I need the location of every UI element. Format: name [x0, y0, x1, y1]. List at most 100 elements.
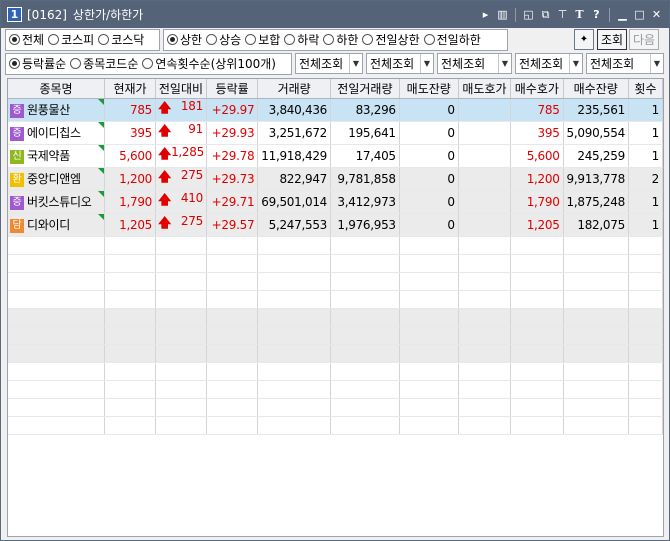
- radio-market-all[interactable]: 전체: [9, 31, 44, 48]
- radio-flat[interactable]: 보합: [245, 31, 280, 48]
- bid-qty-cell[interactable]: 1,875,248: [563, 190, 629, 214]
- rate-cell[interactable]: +29.93: [206, 121, 259, 145]
- volume-cell[interactable]: 5,247,553: [257, 213, 331, 237]
- chevron-down-icon[interactable]: ▼: [349, 54, 362, 73]
- col-header-count[interactable]: 횟수: [628, 79, 663, 99]
- ask-qty-cell[interactable]: 0: [399, 121, 459, 145]
- radio-indicator[interactable]: [9, 58, 20, 69]
- col-header-bid-price[interactable]: 매수호가: [510, 79, 564, 99]
- bid-price-cell[interactable]: 1,790: [510, 190, 564, 214]
- change-cell[interactable]: 🡅 181: [155, 98, 207, 122]
- chevron-down-icon[interactable]: ▼: [650, 54, 663, 73]
- bid-qty-cell[interactable]: 9,913,778: [563, 167, 629, 191]
- ask-qty-cell[interactable]: 0: [399, 190, 459, 214]
- prev-volume-cell[interactable]: 83,296: [330, 98, 400, 122]
- next-button[interactable]: 다음: [629, 29, 659, 50]
- radio-indicator[interactable]: [245, 34, 257, 45]
- radio-upper-limit[interactable]: 상한: [167, 31, 202, 48]
- filter-select-2[interactable]: 전체조회 ▼: [366, 53, 434, 74]
- count-cell[interactable]: 1: [628, 144, 663, 168]
- link-icon[interactable]: ◱: [522, 8, 535, 22]
- rate-cell[interactable]: +29.73: [206, 167, 259, 191]
- bid-qty-cell[interactable]: 5,090,554: [563, 121, 629, 145]
- radio-market-kospi[interactable]: 코스피: [48, 31, 94, 48]
- col-header-volume[interactable]: 거래량: [257, 79, 331, 99]
- stock-name-cell[interactable]: 증 원풍물산: [8, 98, 106, 122]
- stock-grid[interactable]: 종목명 현재가 전일대비 등락률 거래량 전일거래량 매도잔량 매도호가 매수호…: [7, 78, 664, 537]
- bid-price-cell[interactable]: 1,205: [510, 213, 564, 237]
- chevron-down-icon[interactable]: ▼: [420, 54, 433, 73]
- volume-cell[interactable]: 3,840,436: [257, 98, 331, 122]
- change-cell[interactable]: 🡅 91: [155, 121, 207, 145]
- bid-price-cell[interactable]: 785: [510, 98, 564, 122]
- col-header-change[interactable]: 전일대비: [155, 79, 207, 99]
- col-header-ask-price[interactable]: 매도호가: [458, 79, 512, 99]
- table-row[interactable]: 증 에이디칩스 395 🡅 91 +29.93 3,251,672 195,641 0 395 5,…: [8, 121, 663, 145]
- prev-volume-cell[interactable]: 195,641: [330, 121, 400, 145]
- bid-qty-cell[interactable]: 245,259: [563, 144, 629, 168]
- count-cell[interactable]: 1: [628, 121, 663, 145]
- pin-icon[interactable]: ⊤: [556, 8, 569, 22]
- table-row[interactable]: 환 중앙디앤엠 1,200 🡅 275 +29.73 822,947 9,781,858 0 1,…: [8, 167, 663, 191]
- price-cell[interactable]: 785: [104, 98, 156, 122]
- filter-select-4[interactable]: 전체조회 ▼: [515, 53, 583, 74]
- count-cell[interactable]: 2: [628, 167, 663, 191]
- stock-name-cell[interactable]: 담 디와이디: [8, 213, 106, 237]
- change-cell[interactable]: 🡅 275: [155, 167, 207, 191]
- radio-indicator[interactable]: [48, 34, 60, 45]
- count-cell[interactable]: 1: [628, 190, 663, 214]
- radio-indicator[interactable]: [423, 34, 435, 45]
- copy-window-icon[interactable]: ⧉: [539, 8, 552, 22]
- radio-indicator[interactable]: [98, 34, 110, 45]
- price-cell[interactable]: 5,600: [104, 144, 156, 168]
- rate-cell[interactable]: +29.78: [206, 144, 259, 168]
- ask-price-cell[interactable]: [458, 144, 512, 168]
- ask-price-cell[interactable]: [458, 98, 512, 122]
- radio-indicator[interactable]: [206, 34, 218, 45]
- ask-price-cell[interactable]: [458, 121, 512, 145]
- radio-rise[interactable]: 상승: [206, 31, 241, 48]
- radio-sort-consecutive[interactable]: 연속횟수순(상위100개): [142, 55, 276, 72]
- prev-volume-cell[interactable]: 17,405: [330, 144, 400, 168]
- change-cell[interactable]: 🡅 275: [155, 213, 207, 237]
- minimize-icon[interactable]: ▁: [616, 8, 629, 22]
- table-row[interactable]: 증 원풍물산 785 🡅 181 +29.97 3,840,436 83,296 0 785 235…: [8, 98, 663, 122]
- stock-name-cell[interactable]: 증 에이디칩스: [8, 121, 106, 145]
- title-bar[interactable]: 1 [0162] 상한가/하한가 ▸ ▥ ◱ ⧉ ⊤ T ? ▁ □ ✕: [1, 1, 669, 28]
- ask-qty-cell[interactable]: 0: [399, 213, 459, 237]
- bid-qty-cell[interactable]: 235,561: [563, 98, 629, 122]
- count-cell[interactable]: 1: [628, 213, 663, 237]
- radio-lower-limit[interactable]: 하한: [323, 31, 358, 48]
- radio-prev-lower-limit[interactable]: 전일하한: [423, 31, 481, 48]
- col-header-price[interactable]: 현재가: [104, 79, 156, 99]
- rate-cell[interactable]: +29.57: [206, 213, 259, 237]
- count-cell[interactable]: 1: [628, 98, 663, 122]
- table-row[interactable]: 신 국제약품 5,600 🡅 1,285 +29.78 11,918,429 17,405 0 5…: [8, 144, 663, 168]
- ask-price-cell[interactable]: [458, 213, 512, 237]
- radio-indicator[interactable]: [284, 34, 296, 45]
- radio-sort-code[interactable]: 종목코드순: [70, 55, 138, 72]
- radio-indicator[interactable]: [70, 58, 82, 69]
- chevron-down-icon[interactable]: ▼: [498, 54, 511, 73]
- stock-name-cell[interactable]: 신 국제약품: [8, 144, 106, 168]
- price-cell[interactable]: 1,790: [104, 190, 156, 214]
- price-cell[interactable]: 1,205: [104, 213, 156, 237]
- ask-price-cell[interactable]: [458, 190, 512, 214]
- bid-price-cell[interactable]: 5,600: [510, 144, 564, 168]
- filter-select-5[interactable]: 전체조회 ▼: [586, 53, 664, 74]
- ask-qty-cell[interactable]: 0: [399, 167, 459, 191]
- settings-tool-button[interactable]: ✦: [574, 29, 594, 50]
- col-header-prev-volume[interactable]: 전일거래량: [330, 79, 400, 99]
- chevron-down-icon[interactable]: ▼: [569, 54, 582, 73]
- help-icon[interactable]: ?: [590, 8, 603, 22]
- radio-market-kosdaq[interactable]: 코스닥: [98, 31, 144, 48]
- bid-qty-cell[interactable]: 182,075: [563, 213, 629, 237]
- volume-cell[interactable]: 3,251,672: [257, 121, 331, 145]
- radio-indicator[interactable]: [362, 34, 374, 45]
- change-cell[interactable]: 🡅 1,285: [155, 144, 207, 168]
- table-row[interactable]: 증 버킷스튜디오 1,790 🡅 410 +29.71 69,501,014 3,412,97…: [8, 190, 663, 214]
- ask-price-cell[interactable]: [458, 167, 512, 191]
- col-header-ask-qty[interactable]: 매도잔량: [399, 79, 459, 99]
- radio-indicator[interactable]: [142, 58, 154, 69]
- prev-volume-cell[interactable]: 9,781,858: [330, 167, 400, 191]
